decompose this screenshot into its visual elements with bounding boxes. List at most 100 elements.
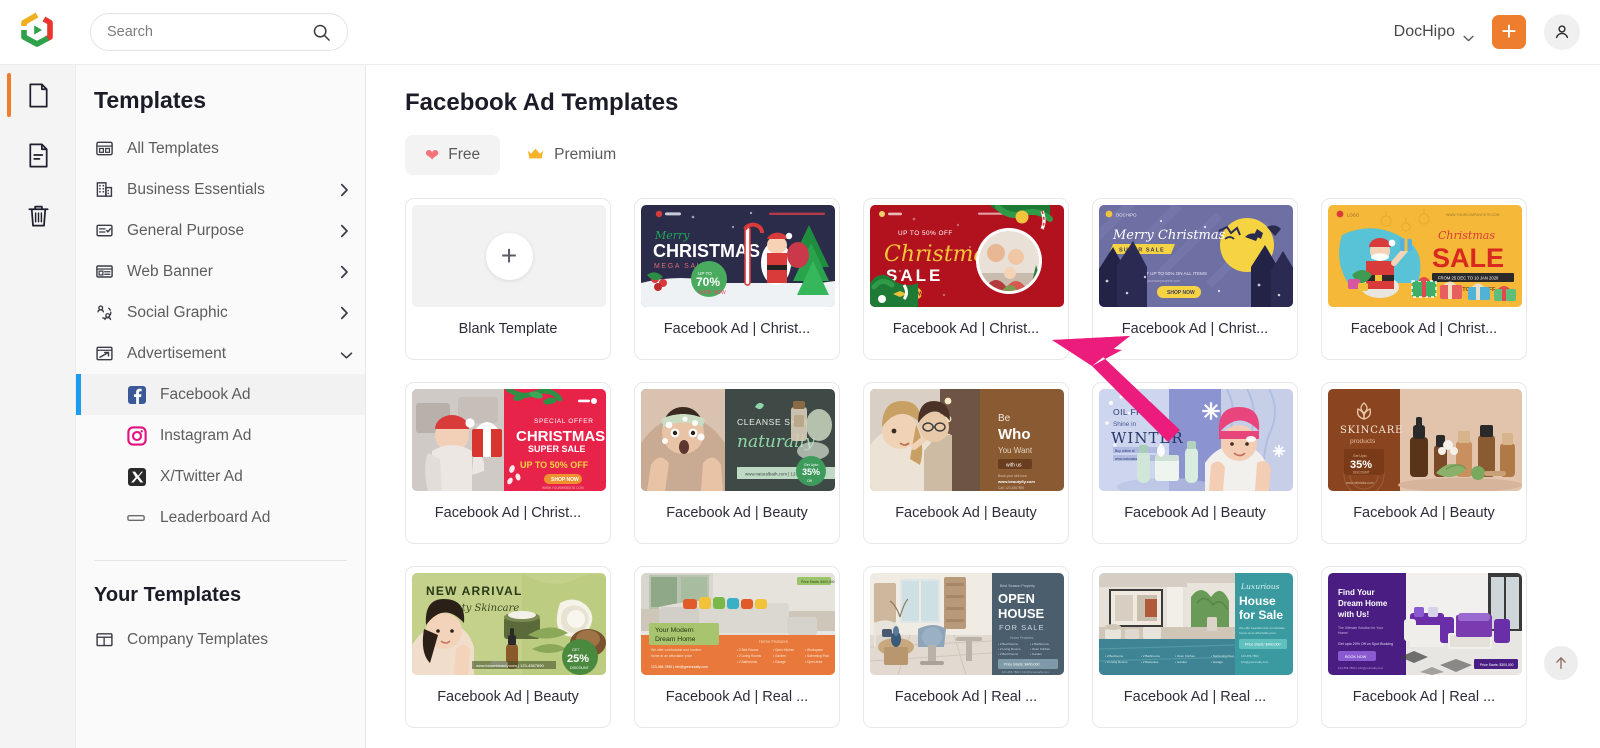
svg-text:SHOP NOW: SHOP NOW: [1167, 290, 1195, 296]
sidebar-item-x-twitter-ad[interactable]: X/Twitter Ad: [76, 456, 365, 497]
svg-text:Dream Home: Dream Home: [655, 636, 696, 643]
sidebar-subitem-label: Facebook Ad: [160, 385, 251, 403]
heart-icon: ❤: [425, 145, 440, 165]
template-thumbnail: Price Starts: $400,000 Your Modern Dream…: [641, 573, 835, 675]
svg-text:DISCOUNT: DISCOUNT: [1353, 471, 1370, 475]
template-card[interactable]: SPECIAL OFFER CHRISTMAS SUPER SALE UP TO…: [405, 382, 611, 544]
trash-icon: [27, 205, 49, 226]
sidebar-item-web-banner[interactable]: Web Banner: [76, 251, 365, 292]
file-blank-icon: [28, 83, 48, 107]
svg-text:Who: Who: [998, 426, 1030, 443]
svg-text:BOOK NOW: BOOK NOW: [1345, 655, 1367, 659]
svg-text:• Open Kitchen: • Open Kitchen: [1175, 654, 1195, 658]
sidebar-item-facebook-ad[interactable]: Facebook Ad: [76, 374, 365, 415]
sidebar-item-advertisement[interactable]: Advertisement: [76, 333, 365, 374]
svg-text:Shine in: Shine in: [1113, 421, 1137, 428]
rail-item-my-documents[interactable]: [0, 125, 76, 185]
template-card-label: Facebook Ad | Beauty: [437, 689, 579, 705]
svg-text:WWW.YOURWEBSITE.COM: WWW.YOURWEBSITE.COM: [542, 486, 584, 490]
svg-text:• 2 Bathrooms: • 2 Bathrooms: [1141, 654, 1160, 658]
svg-text:WWW.YOURCOMPANYSITE.COM: WWW.YOURCOMPANYSITE.COM: [1446, 213, 1500, 217]
sidebar-item-instagram-ad[interactable]: Instagram Ad: [76, 415, 365, 456]
svg-text:• 2 Living Rooms: • 2 Living Rooms: [737, 654, 761, 658]
svg-text:Get Upto: Get Upto: [1353, 454, 1367, 458]
svg-text:CHRISTMAS: CHRISTMAS: [653, 241, 760, 261]
sidebar-item-company-templates[interactable]: Company Templates: [76, 619, 365, 660]
svg-text:www.skinlabs.com: www.skinlabs.com: [1346, 481, 1374, 485]
template-card-label: Facebook Ad | Real ...: [665, 689, 809, 705]
svg-text:Merry Christmas: Merry Christmas: [1112, 228, 1226, 243]
template-card-label: Facebook Ad | Beauty: [1353, 505, 1495, 521]
rail-item-trash[interactable]: [0, 185, 76, 245]
template-card[interactable]: Best Season Property OPEN HOUSE FOR SALE…: [863, 566, 1069, 728]
sidebar-item-leaderboard-ad[interactable]: Leaderboard Ad: [76, 497, 365, 538]
filter-tabs: ❤ Free Premium: [405, 135, 1600, 175]
sidebar-item-label: Company Templates: [127, 630, 269, 648]
svg-text:www.bloombeauty.com | 123-4567: www.bloombeauty.com | 123-4567890: [476, 663, 544, 668]
sidebar-item-label: All Templates: [127, 139, 219, 157]
dochipo-logo-icon[interactable]: [17, 12, 57, 52]
grid-layout-icon: [94, 139, 114, 159]
svg-text:• 2 Bedrooms: • 2 Bedrooms: [1105, 654, 1124, 658]
template-card-label: Facebook Ad | Christ...: [1350, 321, 1498, 337]
workspace-menu[interactable]: DocHipo: [1394, 23, 1474, 41]
template-card[interactable]: SKINCARE products Get Upto 35% DISCOUNT …: [1321, 382, 1527, 544]
template-card[interactable]: CLEANSE SKIN naturally www.naturalbath.c…: [634, 382, 840, 544]
svg-text:Off: Off: [807, 479, 812, 483]
search-icon[interactable]: [312, 23, 331, 42]
top-bar: DocHipo +: [0, 0, 1600, 65]
svg-text:Book your slot now: Book your slot now: [998, 474, 1027, 478]
scroll-to-top-button[interactable]: [1544, 646, 1578, 680]
icon-rail: [0, 65, 76, 748]
rail-item-documents[interactable]: [0, 65, 76, 125]
tab-label: Premium: [554, 146, 617, 163]
app-root: DocHipo +: [0, 0, 1600, 748]
template-thumbnail: Be Who You Want with us Book your slot n…: [870, 389, 1064, 491]
svg-text:with Us!: with Us!: [1337, 610, 1369, 619]
chevron-right-icon: [340, 265, 349, 279]
svg-text:OPEN: OPEN: [998, 591, 1035, 606]
search-input[interactable]: [107, 24, 312, 40]
sidebar-item-social-graphic[interactable]: Social Graphic: [76, 292, 365, 333]
x-twitter-icon: [126, 466, 147, 487]
svg-text:OIL FREE: OIL FREE: [1113, 407, 1155, 417]
sidebar-item-business-essentials[interactable]: Business Essentials: [76, 169, 365, 210]
svg-text:Christmas: Christmas: [1438, 229, 1495, 242]
template-card[interactable]: DOCHIPO Merry Christmas SUPER SALE DISCO…: [1092, 198, 1298, 360]
account-avatar-button[interactable]: [1544, 14, 1580, 50]
leaderboard-icon: [126, 507, 147, 528]
svg-text:Call: 123-4567890: Call: 123-4567890: [998, 486, 1024, 490]
template-thumbnail: • 2 Bedrooms • 2 Bathrooms • Open Kitchen…: [1099, 573, 1293, 675]
template-card[interactable]: NEW ARRIVAL Beauty Skincare GET 25% DISC…: [405, 566, 611, 728]
template-card-label: Facebook Ad | Beauty: [666, 505, 808, 521]
sidebar-item-all-templates[interactable]: All Templates: [76, 128, 365, 169]
sidebar-item-general-purpose[interactable]: General Purpose: [76, 210, 365, 251]
svg-text:• Garage: • Garage: [773, 660, 786, 664]
template-card[interactable]: LOGO WWW.YOURCOMPANYSITE.COM Christmas S…: [1321, 198, 1527, 360]
template-card[interactable]: Price Starts: $400,000 Your Modern Dream…: [634, 566, 840, 728]
workspace-label: DocHipo: [1393, 23, 1455, 40]
template-thumbnail: Find Your Dream Home with Us! The Ultima…: [1328, 573, 1522, 675]
template-card[interactable]: • 2 Bedrooms • 2 Bathrooms • Open Kitchen…: [1092, 566, 1298, 728]
svg-text:Price Starts: $400,000: Price Starts: $400,000: [801, 580, 835, 584]
template-card[interactable]: Find Your Dream Home with Us! The Ultima…: [1321, 566, 1527, 728]
template-card[interactable]: OIL FREE Shine in WINTER Buy online at w…: [1092, 382, 1298, 544]
svg-text:We offer comfortable and moder: We offer comfortable and modern: [651, 648, 701, 652]
template-card-blank[interactable]: + Blank Template: [405, 198, 611, 360]
svg-text:35%: 35%: [802, 467, 820, 477]
template-card[interactable]: Be Who You Want with us Book your slot n…: [863, 382, 1069, 544]
svg-text:Be: Be: [998, 413, 1011, 424]
tab-premium[interactable]: Premium: [506, 135, 636, 175]
template-card-highlighted[interactable]: UP TO 50% OFF Christmas SALE SHOP NOW: [863, 198, 1069, 360]
svg-text:• 2 Bed Rooms: • 2 Bed Rooms: [998, 642, 1019, 646]
svg-text:Home Features: Home Features: [759, 639, 788, 644]
create-new-button[interactable]: +: [1492, 15, 1526, 49]
svg-text:Your Modern: Your Modern: [655, 627, 694, 634]
svg-text:products: products: [1350, 438, 1376, 445]
search-bar[interactable]: [90, 13, 348, 51]
file-lines-icon: [28, 143, 48, 167]
tab-free[interactable]: ❤ Free: [405, 135, 501, 175]
instagram-icon: [126, 425, 147, 446]
template-card[interactable]: Merry CHRISTMAS MEGA SALE UP TO 70% SHOP…: [634, 198, 840, 360]
svg-text:Best Season Property: Best Season Property: [1000, 584, 1035, 588]
